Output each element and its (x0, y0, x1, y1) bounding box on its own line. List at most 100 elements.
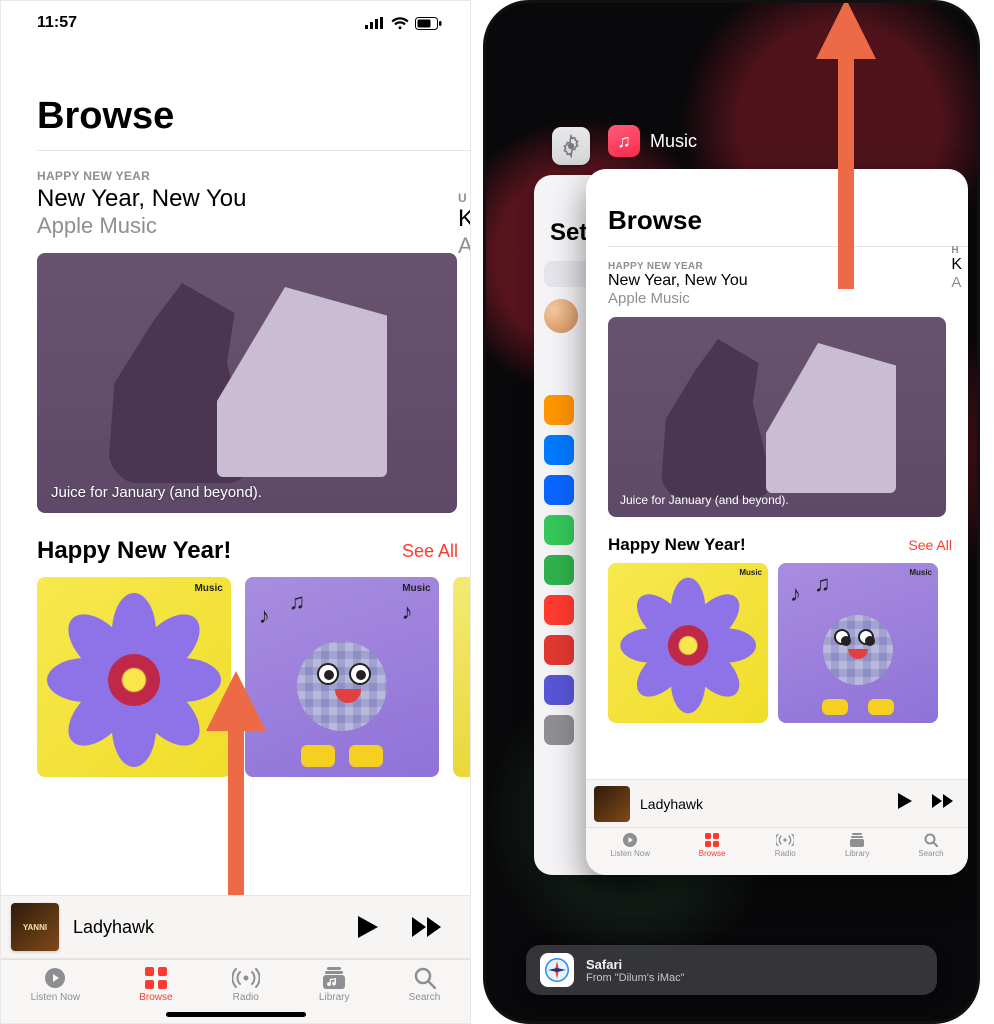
hotspot-settings-icon (544, 555, 574, 585)
feature-eyebrow: HAPPY NEW YEAR (37, 169, 470, 183)
playlist-tile-1[interactable]: Music ★ (37, 577, 231, 777)
disco-ball-character (297, 641, 387, 731)
peek-eyebrow: U (458, 191, 470, 205)
card-tab-radio: Radio (774, 832, 796, 858)
general-settings-icon (544, 715, 574, 745)
play-icon (898, 793, 912, 814)
card-tab-bar: Listen Now Browse Radio Library Search (586, 827, 968, 875)
feature-artwork[interactable]: Juice for January (and beyond). (37, 253, 457, 513)
bluetooth-settings-icon (544, 475, 574, 505)
left-phone-screenshot: 11:57 Browse HAPPY NEW YEAR New Year, Ne… (0, 0, 471, 1024)
handoff-source: From "Dilum's iMac" (586, 972, 685, 984)
tab-bar: Listen Now Browse Radio Library Search (1, 959, 470, 1023)
card-now-playing-bar: Ladyhawk (586, 779, 968, 827)
app-switcher-music-header: ♫ Music (608, 125, 697, 157)
card-playlist-tiles: Music ★ Music ♪ ♫ (586, 563, 968, 723)
compass-icon (544, 957, 570, 983)
see-all-link[interactable]: See All (402, 541, 458, 562)
flower-artwork: ★ (59, 605, 209, 755)
fast-forward-icon (932, 794, 954, 813)
tab-radio[interactable]: Radio (232, 966, 260, 1003)
handoff-text: Safari From "Dilum's iMac" (586, 957, 685, 984)
gear-icon (559, 134, 583, 158)
wifi-icon (391, 17, 409, 30)
handoff-suggestion-pill[interactable]: Safari From "Dilum's iMac" (526, 945, 937, 995)
cellular-signal-icon (365, 17, 385, 29)
play-icon (358, 916, 378, 938)
apple-music-tag: Music (194, 583, 222, 594)
safari-app-icon (540, 953, 574, 987)
section-title: Happy New Year! (37, 537, 231, 565)
music-app-label: Music (650, 131, 697, 152)
music-note-icon: ♫ (289, 589, 306, 615)
character-eye (858, 629, 874, 645)
peek-subtitle: A (458, 233, 470, 259)
battery-icon (415, 17, 442, 30)
library-icon (320, 966, 348, 990)
play-circle-icon (619, 832, 641, 848)
character-eye (834, 629, 850, 645)
radio-waves-icon (232, 966, 260, 990)
tab-library[interactable]: Library (319, 966, 350, 1003)
home-indicator[interactable] (166, 1012, 306, 1017)
card-tab-search: Search (918, 832, 943, 858)
now-playing-artwork[interactable]: YANNI (11, 903, 59, 951)
feature-title: New Year, New You (37, 185, 470, 213)
card-feature-peek: H K A (951, 245, 962, 291)
airplane-mode-icon (544, 395, 574, 425)
card-tab-library: Library (845, 832, 869, 858)
avatar (544, 299, 578, 333)
playlist-tiles[interactable]: Music ★ Music ♪ ♫ ♪ (1, 577, 470, 777)
music-note-icon: ♪ (402, 599, 413, 625)
card-feature-subtitle: Apple Music (608, 290, 968, 307)
apple-music-tag: Music (402, 583, 430, 594)
music-note-icon: ♪ (259, 603, 270, 629)
flower-artwork: ★ (630, 587, 747, 704)
play-button[interactable] (348, 910, 388, 944)
status-bar: 11:57 (1, 1, 470, 45)
now-playing-title: Ladyhawk (73, 917, 334, 938)
card-now-playing-title: Ladyhawk (640, 796, 888, 812)
tab-search[interactable]: Search (409, 966, 441, 1003)
tab-listen-now[interactable]: Listen Now (31, 966, 80, 1003)
music-app-icon: ♫ (608, 125, 640, 157)
character-eye (317, 663, 339, 685)
playlist-tile-2[interactable]: Music ♪ ♫ ♪ (245, 577, 439, 777)
now-playing-bar[interactable]: YANNI Ladyhawk (1, 895, 470, 959)
card-tab-listen-now: Listen Now (610, 832, 650, 858)
feature-art-caption: Juice for January (and beyond). (51, 484, 262, 501)
music-note-icon: ♪ (790, 581, 801, 607)
card-tab-browse: Browse (699, 832, 726, 858)
card-feature-title: New Year, New You (608, 272, 968, 290)
feature-card[interactable]: HAPPY NEW YEAR New Year, New You Apple M… (1, 151, 470, 513)
card-feature-artwork: Juice for January (and beyond). (608, 317, 946, 517)
app-switcher-card-music[interactable]: Browse HAPPY NEW YEAR New Year, New You … (586, 169, 968, 875)
card-see-all-link[interactable]: See All (908, 537, 952, 553)
card-playlist-tile-1: Music ★ (608, 563, 768, 723)
tab-browse[interactable]: Browse (139, 966, 172, 1003)
feature-card-peek[interactable]: U K A (458, 191, 470, 561)
grid-icon (142, 966, 170, 990)
card-feature-eyebrow: HAPPY NEW YEAR (608, 261, 968, 272)
focus-settings-icon (544, 675, 574, 705)
handoff-app-name: Safari (586, 957, 685, 972)
sounds-settings-icon (544, 635, 574, 665)
apple-music-tag: Music (909, 568, 932, 577)
character-boot (822, 699, 848, 715)
card-feature: HAPPY NEW YEAR New Year, New You Apple M… (586, 247, 968, 307)
card-page-title: Browse (586, 169, 968, 246)
character-eye (349, 663, 371, 685)
artwork-sculpture (217, 287, 387, 477)
card-playlist-tile-2: Music ♪ ♫ (778, 563, 938, 723)
search-icon (920, 832, 942, 848)
playlist-tile-peek[interactable] (453, 577, 470, 777)
search-icon (411, 966, 439, 990)
status-time: 11:57 (37, 14, 77, 32)
notifications-settings-icon (544, 595, 574, 625)
page-title: Browse (1, 45, 470, 150)
next-track-button[interactable] (402, 911, 452, 943)
character-boot (349, 745, 383, 767)
card-art-caption: Juice for January (and beyond). (620, 493, 789, 507)
card-now-playing-artwork (594, 786, 630, 822)
play-circle-icon (41, 966, 69, 990)
